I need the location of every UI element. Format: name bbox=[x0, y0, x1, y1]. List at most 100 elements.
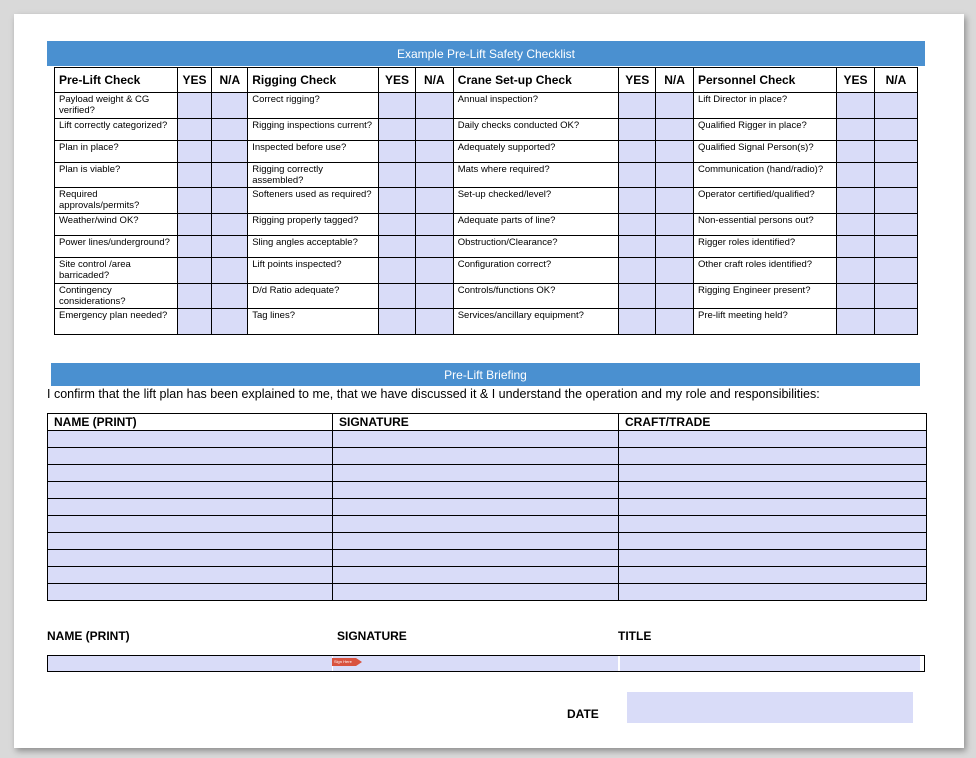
rigging-na-checkbox[interactable] bbox=[414, 140, 454, 163]
briefing-signature-field[interactable] bbox=[332, 583, 619, 601]
prelift-na-checkbox[interactable] bbox=[211, 257, 249, 284]
personnel-yes-checkbox[interactable] bbox=[836, 92, 875, 119]
rigging-yes-checkbox[interactable] bbox=[378, 308, 416, 335]
personnel-na-checkbox[interactable] bbox=[873, 235, 919, 258]
personnel-yes-checkbox[interactable] bbox=[836, 283, 875, 309]
prelift-yes-checkbox[interactable] bbox=[176, 187, 213, 214]
briefing-name-field[interactable] bbox=[47, 481, 333, 499]
prelift-yes-checkbox[interactable] bbox=[176, 140, 213, 163]
prelift-yes-checkbox[interactable] bbox=[176, 118, 213, 141]
personnel-na-checkbox[interactable] bbox=[873, 213, 919, 236]
crane-setup-na-checkbox[interactable] bbox=[655, 118, 694, 141]
crane-setup-na-checkbox[interactable] bbox=[655, 187, 694, 214]
briefing-craft-field[interactable] bbox=[618, 464, 927, 482]
crane-setup-na-checkbox[interactable] bbox=[655, 140, 694, 163]
rigging-yes-checkbox[interactable] bbox=[378, 257, 416, 284]
signoff-title-field[interactable] bbox=[620, 656, 920, 671]
prelift-na-checkbox[interactable] bbox=[211, 213, 249, 236]
briefing-craft-field[interactable] bbox=[618, 447, 927, 465]
briefing-signature-field[interactable] bbox=[332, 447, 619, 465]
signoff-date-field[interactable] bbox=[627, 692, 913, 723]
briefing-craft-field[interactable] bbox=[618, 532, 927, 550]
rigging-na-checkbox[interactable] bbox=[414, 283, 454, 309]
personnel-na-checkbox[interactable] bbox=[873, 187, 919, 214]
personnel-na-checkbox[interactable] bbox=[873, 92, 919, 119]
briefing-name-field[interactable] bbox=[47, 549, 333, 567]
personnel-yes-checkbox[interactable] bbox=[836, 213, 875, 236]
personnel-yes-checkbox[interactable] bbox=[836, 235, 875, 258]
rigging-yes-checkbox[interactable] bbox=[378, 140, 416, 163]
prelift-na-checkbox[interactable] bbox=[211, 187, 249, 214]
personnel-na-checkbox[interactable] bbox=[873, 162, 919, 188]
rigging-yes-checkbox[interactable] bbox=[378, 213, 416, 236]
rigging-yes-checkbox[interactable] bbox=[378, 118, 416, 141]
personnel-yes-checkbox[interactable] bbox=[836, 140, 875, 163]
personnel-na-checkbox[interactable] bbox=[873, 118, 919, 141]
rigging-na-checkbox[interactable] bbox=[414, 213, 454, 236]
personnel-na-checkbox[interactable] bbox=[873, 257, 919, 284]
sign-here-marker[interactable]: Sign Here bbox=[332, 658, 362, 666]
briefing-craft-field[interactable] bbox=[618, 498, 927, 516]
briefing-signature-field[interactable] bbox=[332, 498, 619, 516]
briefing-craft-field[interactable] bbox=[618, 566, 927, 584]
signoff-signature-field[interactable] bbox=[333, 656, 618, 671]
briefing-name-field[interactable] bbox=[47, 430, 333, 448]
prelift-na-checkbox[interactable] bbox=[211, 140, 249, 163]
personnel-na-checkbox[interactable] bbox=[873, 140, 919, 163]
briefing-craft-field[interactable] bbox=[618, 515, 927, 533]
briefing-name-field[interactable] bbox=[47, 532, 333, 550]
signoff-name-field[interactable] bbox=[48, 656, 332, 671]
rigging-na-checkbox[interactable] bbox=[414, 92, 454, 119]
rigging-yes-checkbox[interactable] bbox=[378, 162, 416, 188]
crane-setup-na-checkbox[interactable] bbox=[655, 283, 694, 309]
crane-setup-yes-checkbox[interactable] bbox=[618, 140, 657, 163]
prelift-yes-checkbox[interactable] bbox=[176, 162, 213, 188]
crane-setup-na-checkbox[interactable] bbox=[655, 162, 694, 188]
briefing-name-field[interactable] bbox=[47, 498, 333, 516]
rigging-na-checkbox[interactable] bbox=[414, 162, 454, 188]
personnel-yes-checkbox[interactable] bbox=[836, 187, 875, 214]
rigging-na-checkbox[interactable] bbox=[414, 187, 454, 214]
crane-setup-na-checkbox[interactable] bbox=[655, 92, 694, 119]
briefing-craft-field[interactable] bbox=[618, 583, 927, 601]
rigging-yes-checkbox[interactable] bbox=[378, 92, 416, 119]
personnel-yes-checkbox[interactable] bbox=[836, 118, 875, 141]
crane-setup-yes-checkbox[interactable] bbox=[618, 162, 657, 188]
prelift-na-checkbox[interactable] bbox=[211, 162, 249, 188]
crane-setup-na-checkbox[interactable] bbox=[655, 308, 694, 335]
crane-setup-na-checkbox[interactable] bbox=[655, 257, 694, 284]
personnel-yes-checkbox[interactable] bbox=[836, 162, 875, 188]
briefing-signature-field[interactable] bbox=[332, 515, 619, 533]
briefing-signature-field[interactable] bbox=[332, 549, 619, 567]
briefing-name-field[interactable] bbox=[47, 464, 333, 482]
briefing-craft-field[interactable] bbox=[618, 430, 927, 448]
briefing-name-field[interactable] bbox=[47, 583, 333, 601]
personnel-yes-checkbox[interactable] bbox=[836, 308, 875, 335]
personnel-yes-checkbox[interactable] bbox=[836, 257, 875, 284]
briefing-craft-field[interactable] bbox=[618, 549, 927, 567]
prelift-yes-checkbox[interactable] bbox=[176, 283, 213, 309]
crane-setup-na-checkbox[interactable] bbox=[655, 235, 694, 258]
prelift-yes-checkbox[interactable] bbox=[176, 257, 213, 284]
briefing-name-field[interactable] bbox=[47, 566, 333, 584]
prelift-na-checkbox[interactable] bbox=[211, 235, 249, 258]
personnel-na-checkbox[interactable] bbox=[873, 308, 919, 335]
briefing-name-field[interactable] bbox=[47, 447, 333, 465]
rigging-na-checkbox[interactable] bbox=[414, 235, 454, 258]
rigging-yes-checkbox[interactable] bbox=[378, 235, 416, 258]
personnel-na-checkbox[interactable] bbox=[873, 283, 919, 309]
crane-setup-yes-checkbox[interactable] bbox=[618, 213, 657, 236]
briefing-signature-field[interactable] bbox=[332, 464, 619, 482]
rigging-yes-checkbox[interactable] bbox=[378, 283, 416, 309]
crane-setup-yes-checkbox[interactable] bbox=[618, 257, 657, 284]
prelift-yes-checkbox[interactable] bbox=[176, 213, 213, 236]
rigging-na-checkbox[interactable] bbox=[414, 308, 454, 335]
crane-setup-yes-checkbox[interactable] bbox=[618, 187, 657, 214]
crane-setup-yes-checkbox[interactable] bbox=[618, 118, 657, 141]
briefing-signature-field[interactable] bbox=[332, 430, 619, 448]
prelift-na-checkbox[interactable] bbox=[211, 308, 249, 335]
crane-setup-yes-checkbox[interactable] bbox=[618, 308, 657, 335]
briefing-signature-field[interactable] bbox=[332, 481, 619, 499]
crane-setup-yes-checkbox[interactable] bbox=[618, 92, 657, 119]
briefing-craft-field[interactable] bbox=[618, 481, 927, 499]
